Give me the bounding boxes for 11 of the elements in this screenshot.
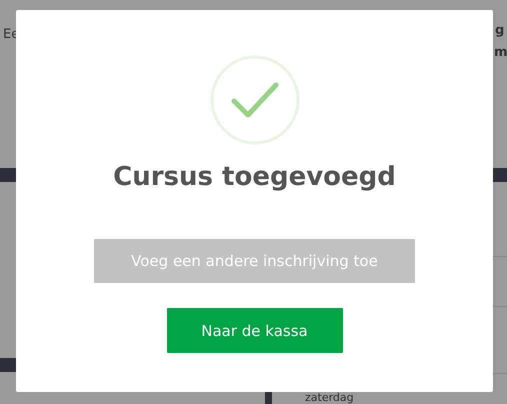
checkout-button[interactable]: Naar de kassa bbox=[166, 308, 342, 353]
check-circle-icon bbox=[210, 55, 300, 145]
background-bar bbox=[493, 168, 507, 182]
background-bar bbox=[0, 168, 16, 182]
add-enrollment-button[interactable]: Voeg een andere inschrijving toe bbox=[94, 239, 415, 283]
background-bar bbox=[0, 358, 16, 372]
dialog-title: Cursus toegevoegd bbox=[113, 161, 396, 194]
background-text: g bbox=[495, 24, 504, 38]
background-bar bbox=[265, 392, 272, 404]
background-text: zaterdag bbox=[305, 392, 354, 404]
background-text: m bbox=[494, 46, 507, 60]
